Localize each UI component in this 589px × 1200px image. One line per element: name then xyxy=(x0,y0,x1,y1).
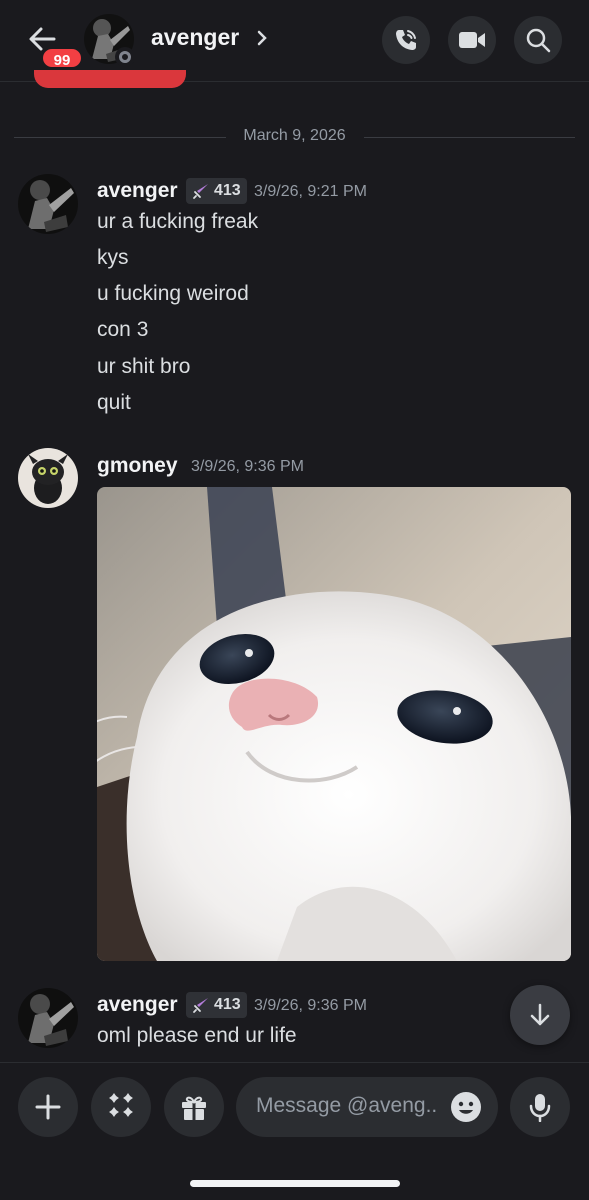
message-text[interactable]: ur a fucking freak xyxy=(97,210,258,234)
banner-remnant xyxy=(34,70,186,88)
date-divider: March 9, 2026 xyxy=(243,127,346,144)
message-text[interactable]: kys xyxy=(97,246,129,270)
voice-message-button[interactable] xyxy=(510,1077,570,1137)
dm-screen: 99 avenger March 9, 2026 avenger 413 3/9… xyxy=(0,0,589,1200)
channel-title[interactable]: avenger xyxy=(151,24,239,51)
sword-icon xyxy=(193,998,208,1013)
message-author[interactable]: avenger xyxy=(97,179,178,203)
message-text[interactable]: ur shit bro xyxy=(97,355,190,379)
jump-to-bottom-button[interactable] xyxy=(510,985,570,1045)
message-text[interactable]: u fucking weirod xyxy=(97,282,249,306)
tag-count: 413 xyxy=(214,182,241,199)
emoji-icon[interactable] xyxy=(450,1091,482,1123)
chevron-right-icon xyxy=(257,30,267,46)
voice-call-button[interactable] xyxy=(382,16,430,64)
video-call-button[interactable] xyxy=(448,16,496,64)
message-timestamp: 3/9/26, 9:36 PM xyxy=(191,458,304,475)
tag-count: 413 xyxy=(214,996,241,1013)
gift-button[interactable] xyxy=(164,1077,224,1137)
apps-button[interactable] xyxy=(91,1077,151,1137)
microphone-icon xyxy=(529,1094,551,1122)
message-timestamp: 3/9/26, 9:21 PM xyxy=(254,183,367,200)
message-text[interactable]: con 3 xyxy=(97,318,148,342)
user-tag[interactable]: 413 xyxy=(186,178,247,204)
sword-icon xyxy=(193,184,208,199)
message-author[interactable]: gmoney xyxy=(97,454,178,478)
apps-sparkle-icon xyxy=(109,1093,133,1117)
message-author[interactable]: avenger xyxy=(97,993,178,1017)
status-indicator xyxy=(115,47,135,67)
user-tag[interactable]: 413 xyxy=(186,992,247,1018)
video-camera-icon xyxy=(459,32,485,48)
home-indicator xyxy=(190,1180,400,1187)
message-text[interactable]: oml please end ur life xyxy=(97,1024,297,1048)
unread-badge: 99 xyxy=(40,46,84,70)
gift-icon xyxy=(182,1096,206,1120)
message-text[interactable]: quit xyxy=(97,391,131,415)
avatar[interactable] xyxy=(18,448,78,508)
divider-line-right xyxy=(364,137,575,138)
plus-icon xyxy=(35,1094,61,1120)
add-attachment-button[interactable] xyxy=(18,1077,78,1137)
phone-icon xyxy=(396,30,416,50)
image-attachment[interactable] xyxy=(97,487,571,961)
message-timestamp: 3/9/26, 9:36 PM xyxy=(254,997,367,1014)
search-icon xyxy=(526,28,551,53)
avatar[interactable] xyxy=(18,988,78,1048)
message-input-placeholder: Message @aveng.. xyxy=(256,1094,438,1117)
avatar[interactable] xyxy=(18,174,78,234)
search-button[interactable] xyxy=(514,16,562,64)
arrow-down-icon xyxy=(530,1003,550,1026)
message-input[interactable]: Message @aveng.. xyxy=(236,1077,498,1137)
